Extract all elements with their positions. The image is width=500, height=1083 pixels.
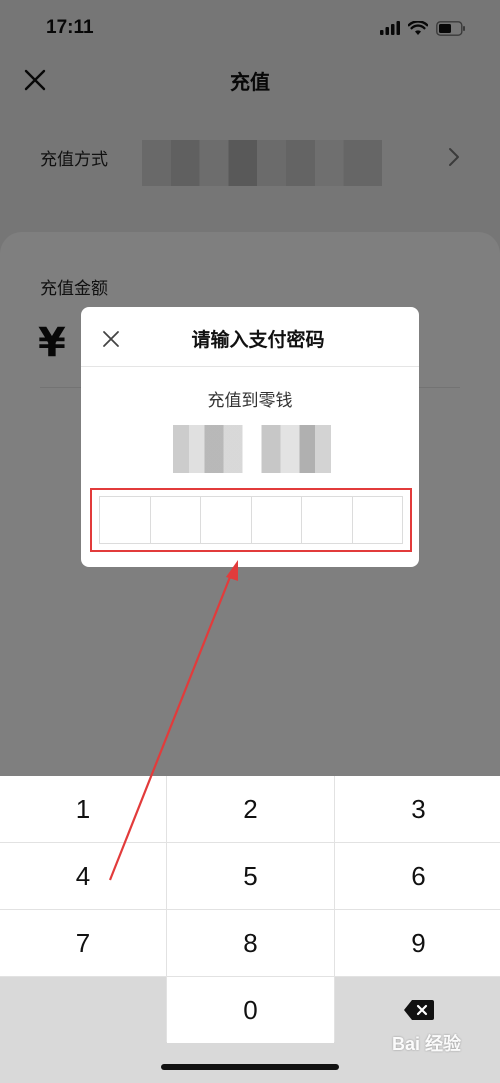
pin-digit-box[interactable] bbox=[150, 497, 201, 543]
payment-password-dialog: 请输入支付密码 充值到零钱 bbox=[81, 307, 419, 567]
pin-digit-box[interactable] bbox=[251, 497, 302, 543]
key-6[interactable]: 6 bbox=[335, 843, 500, 909]
pin-input[interactable] bbox=[99, 496, 403, 544]
key-4[interactable]: 4 bbox=[0, 843, 166, 909]
pin-digit-box[interactable] bbox=[302, 497, 353, 543]
key-empty bbox=[0, 977, 166, 1043]
annotation-highlight-box bbox=[90, 488, 412, 552]
home-indicator bbox=[161, 1064, 339, 1070]
backspace-icon bbox=[403, 1000, 434, 1020]
recharge-amount-redacted bbox=[173, 425, 331, 473]
dialog-subtitle: 充值到零钱 bbox=[207, 391, 293, 411]
key-7[interactable]: 7 bbox=[0, 910, 166, 976]
key-0[interactable]: 0 bbox=[167, 977, 334, 1043]
dialog-header: 请输入支付密码 bbox=[81, 307, 419, 367]
pin-digit-box[interactable] bbox=[201, 497, 252, 543]
watermark: Bai 经验 bbox=[392, 1034, 462, 1054]
key-9[interactable]: 9 bbox=[335, 910, 500, 976]
key-2[interactable]: 2 bbox=[167, 776, 334, 842]
key-5[interactable]: 5 bbox=[167, 843, 334, 909]
pin-digit-box[interactable] bbox=[352, 497, 402, 543]
key-1[interactable]: 1 bbox=[0, 776, 166, 842]
key-grid: 1 2 3 4 5 6 7 8 9 0 bbox=[0, 776, 500, 1043]
key-8[interactable]: 8 bbox=[167, 910, 334, 976]
dialog-title: 请输入支付密码 bbox=[191, 329, 325, 351]
key-3[interactable]: 3 bbox=[335, 776, 500, 842]
pin-digit-box[interactable] bbox=[100, 497, 151, 543]
